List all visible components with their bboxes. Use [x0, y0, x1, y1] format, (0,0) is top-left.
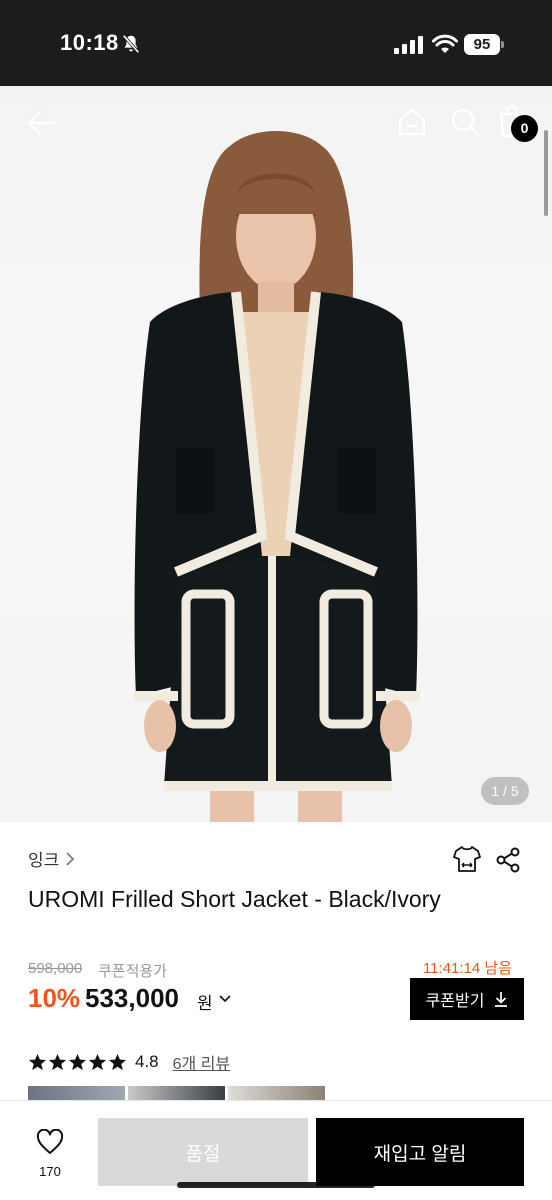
review-link[interactable]: 6개 리뷰: [173, 1050, 231, 1074]
rating-row: 4.8 6개 리뷰: [28, 1050, 230, 1074]
home-icon[interactable]: [396, 106, 428, 138]
bell-slash-icon: [122, 34, 140, 54]
status-time: 10:18: [60, 30, 119, 55]
product-image-gallery[interactable]: 0 1 / 5: [0, 86, 552, 822]
rating-value: 4.8: [135, 1052, 159, 1071]
cart-count-badge[interactable]: 0: [511, 115, 538, 142]
currency-label[interactable]: 원: [197, 989, 213, 1014]
coupon-button-label: 쿠폰받기: [425, 993, 485, 1010]
product-title: UROMI Frilled Short Jacket - Black/Ivory: [28, 886, 441, 912]
back-arrow-icon[interactable]: [24, 106, 58, 140]
wishlist-count: 170: [39, 1164, 61, 1179]
chevron-down-icon[interactable]: [219, 994, 231, 1004]
search-icon[interactable]: [449, 106, 481, 138]
review-thumbnail[interactable]: [228, 1086, 325, 1100]
review-thumbnail[interactable]: [128, 1086, 225, 1100]
chevron-right-icon: [66, 851, 75, 866]
image-counter: 1 / 5: [481, 777, 529, 805]
wishlist-button[interactable]: 170: [30, 1128, 70, 1179]
discount-rate: 10%: [28, 983, 81, 1013]
battery-tip: [501, 41, 504, 48]
coupon-price-label: 쿠폰적용가: [98, 963, 168, 980]
original-price: 598,000: [28, 960, 83, 977]
sale-price: 533,000: [85, 983, 179, 1013]
size-guide-icon[interactable]: [451, 843, 483, 875]
download-icon: [495, 992, 508, 1007]
star-rating: [28, 1053, 127, 1072]
star-icon: [88, 1053, 107, 1070]
coupon-timer: 11:41:14 남음: [422, 960, 512, 977]
wifi-icon: [432, 34, 458, 53]
star-icon: [48, 1053, 67, 1070]
battery-level: 95: [464, 34, 500, 55]
star-icon: [28, 1053, 47, 1070]
battery-icon: 95: [464, 34, 504, 55]
brand-name: 잉크: [28, 851, 60, 870]
scroll-indicator: [544, 130, 548, 216]
soldout-button: 품절: [98, 1118, 308, 1186]
product-photo: [134, 131, 420, 822]
review-thumbnail[interactable]: [28, 1086, 125, 1100]
bottom-action-bar: 170 품절 재입고 알림: [0, 1100, 552, 1200]
coupon-download-button[interactable]: 쿠폰받기: [410, 978, 524, 1020]
heart-icon: [36, 1128, 64, 1154]
home-indicator: [177, 1182, 375, 1188]
signal-icon: [394, 36, 423, 54]
share-icon[interactable]: [494, 846, 522, 874]
star-icon: [108, 1053, 127, 1070]
restock-alert-button[interactable]: 재입고 알림: [316, 1118, 524, 1186]
star-icon: [68, 1053, 87, 1070]
brand-link[interactable]: 잉크: [28, 846, 75, 871]
status-bar: 10:18 95: [0, 0, 552, 86]
review-thumbnails[interactable]: [28, 1086, 325, 1100]
